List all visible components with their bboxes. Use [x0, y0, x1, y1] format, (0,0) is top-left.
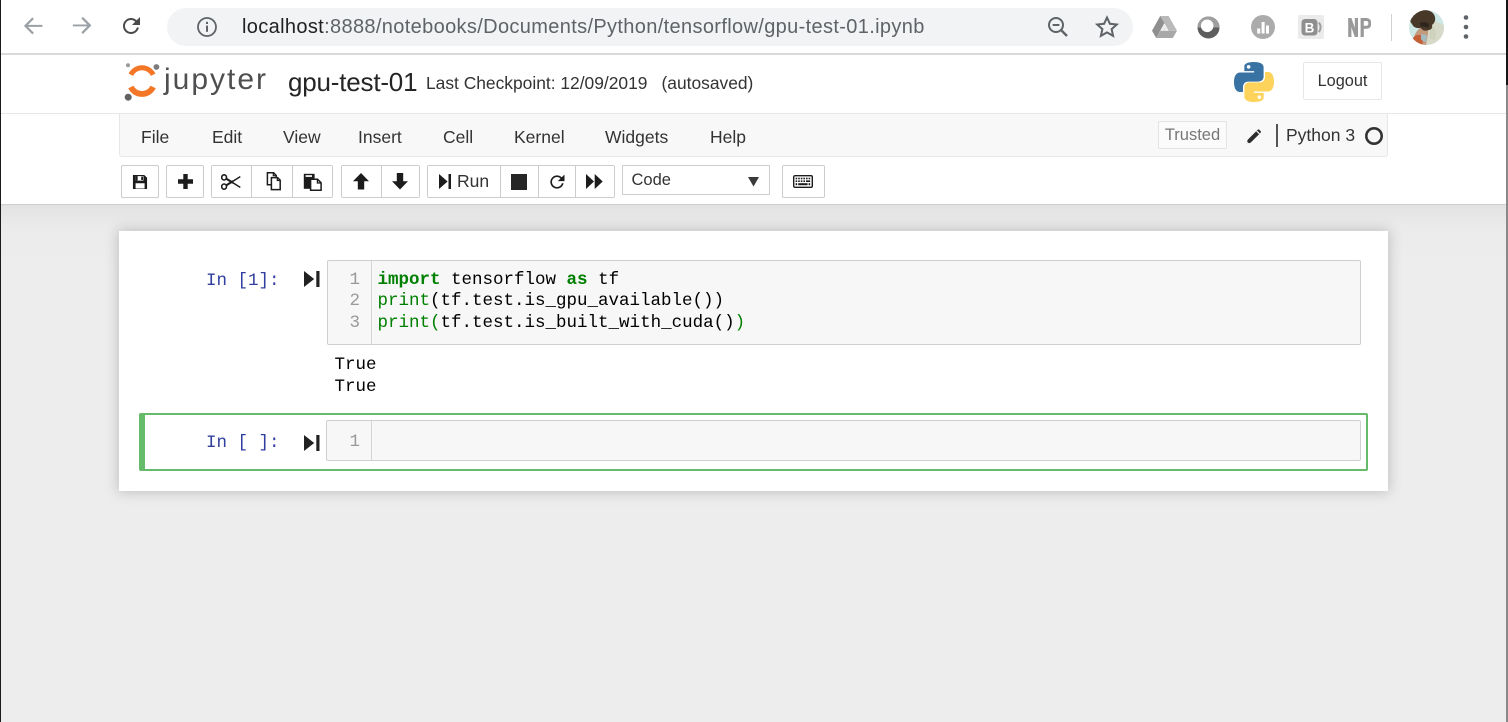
svg-text:B: B: [1305, 20, 1315, 35]
